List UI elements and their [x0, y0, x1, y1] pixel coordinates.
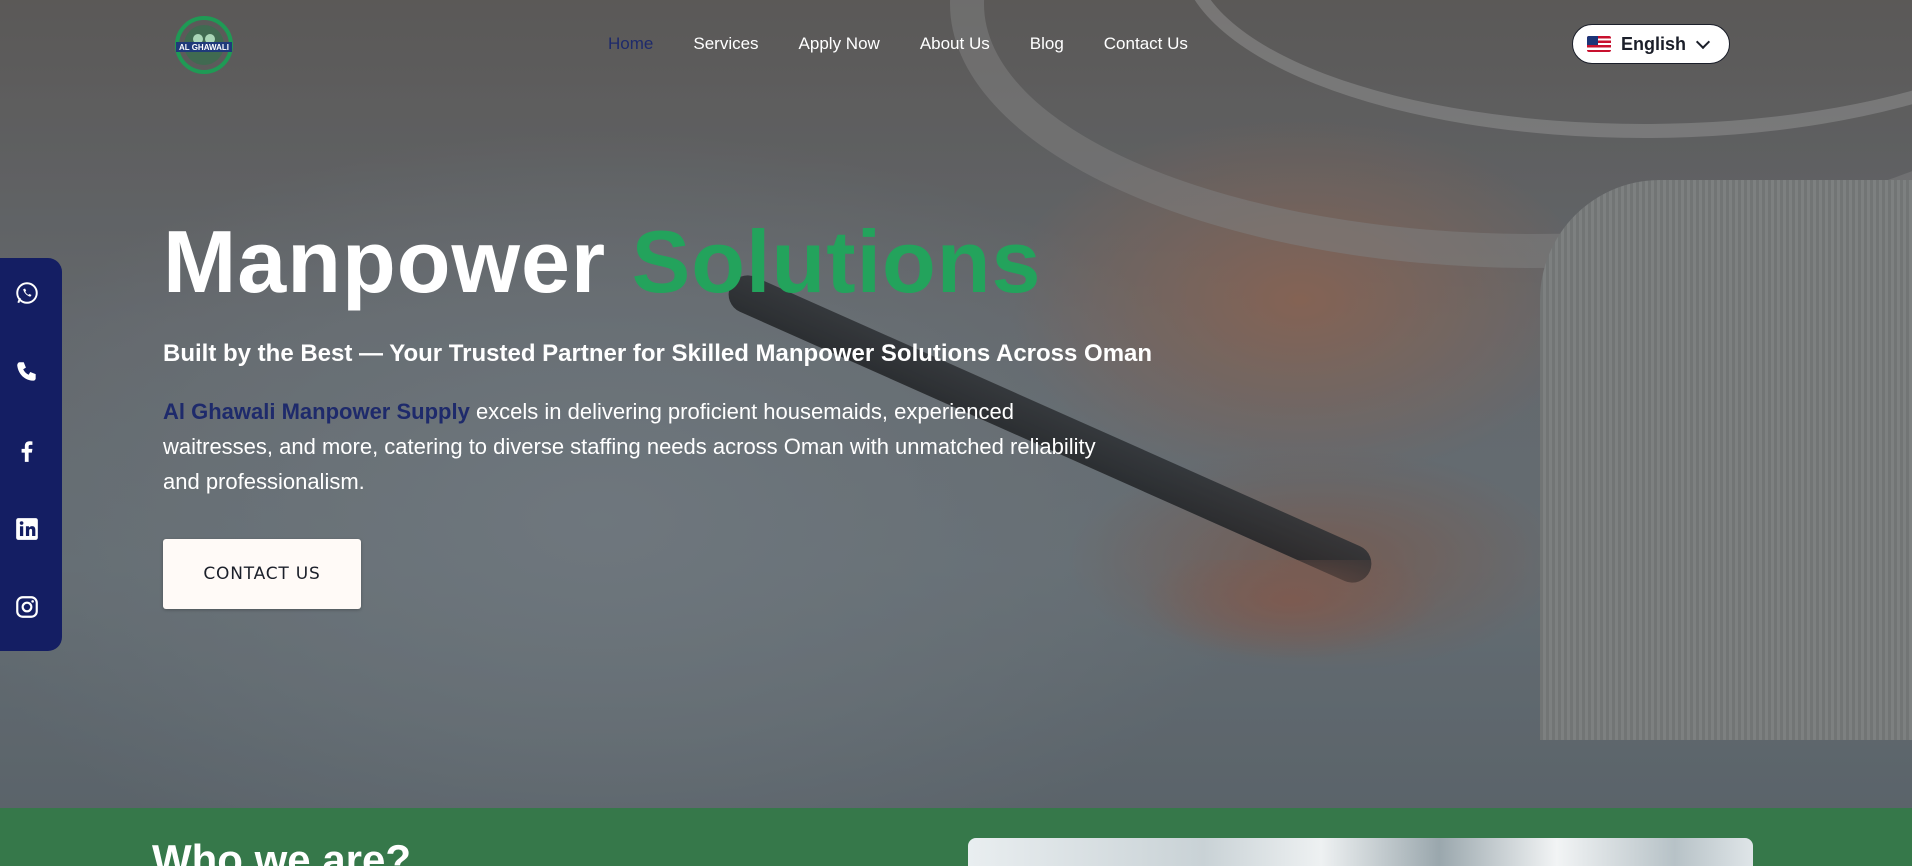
linkedin-icon[interactable] — [14, 516, 40, 542]
whatsapp-icon[interactable] — [14, 280, 40, 306]
phone-icon[interactable] — [14, 359, 40, 385]
nav-blog[interactable]: Blog — [1030, 34, 1064, 54]
facebook-icon[interactable] — [14, 438, 40, 464]
chevron-down-icon — [1695, 34, 1711, 49]
contact-us-button[interactable]: CONTACT US — [163, 539, 361, 609]
nav-contact-us[interactable]: Contact Us — [1104, 34, 1188, 54]
hero-subtitle: Built by the Best — Your Trusted Partner… — [163, 340, 1153, 367]
hero-title-part1: Manpower — [163, 212, 607, 311]
hero-title-part2: Solutions — [631, 212, 1042, 311]
who-we-are-heading: Who we are? — [152, 836, 412, 866]
logo-text: AL GHAWALI — [179, 43, 229, 52]
site-logo[interactable]: AL GHAWALI — [172, 15, 236, 75]
nav-apply-now[interactable]: Apply Now — [799, 34, 880, 54]
nav-home[interactable]: Home — [608, 34, 653, 54]
who-we-are-image — [968, 838, 1753, 866]
language-selector[interactable]: English — [1572, 24, 1730, 64]
language-label: English — [1621, 33, 1687, 54]
instagram-icon[interactable] — [14, 594, 40, 620]
social-sidebar — [0, 258, 62, 651]
nav-about-us[interactable]: About Us — [920, 34, 990, 54]
us-flag-icon — [1587, 36, 1611, 52]
who-we-are-section: Who we are? — [0, 808, 1912, 866]
brand-name: Al Ghawali Manpower Supply — [163, 399, 470, 424]
hero-description: Al Ghawali Manpower Supply excels in del… — [163, 394, 1123, 499]
hero-title: Manpower Solutions — [163, 212, 1041, 312]
main-nav: Home Services Apply Now About Us Blog Co… — [608, 34, 1228, 54]
nav-services[interactable]: Services — [693, 34, 758, 54]
